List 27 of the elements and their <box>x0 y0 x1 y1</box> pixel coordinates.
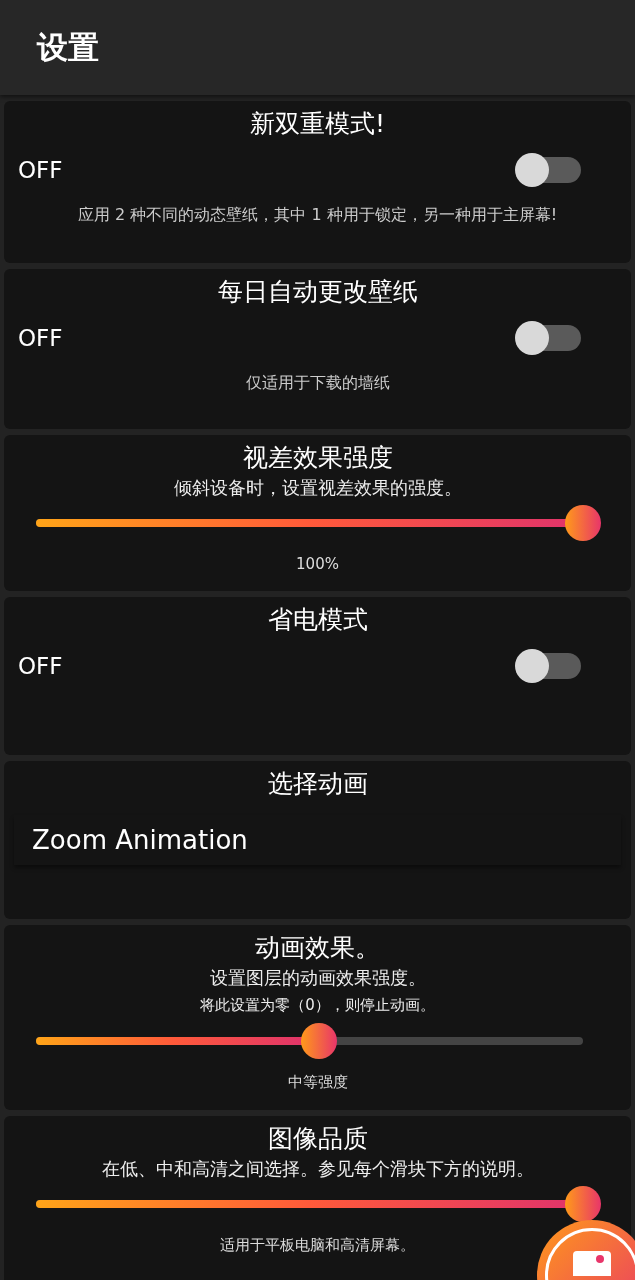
image-icon <box>572 1250 612 1276</box>
slider-reading: 适用于平板电脑和高清屏幕。 <box>220 1235 415 1255</box>
setting-description: 倾斜设备时，设置视差效果的强度。 <box>173 476 462 500</box>
setting-note: 仅适用于下载的墙纸 <box>244 372 391 394</box>
setting-title: 视差效果强度 <box>242 442 393 474</box>
toggle-label: OFF <box>18 653 63 679</box>
slider-thumb[interactable] <box>565 505 601 541</box>
setting-title: 图像品质 <box>267 1123 368 1155</box>
setting-note: 应用 2 种不同的动态壁纸，其中 1 种用于锁定，另一种用于主屏幕! <box>76 204 559 226</box>
slider-thumb[interactable] <box>565 1186 601 1222</box>
setting-description: 将此设置为零（0），则停止动画。 <box>200 995 435 1016</box>
toggle-label: OFF <box>18 157 63 183</box>
setting-title: 选择动画 <box>267 768 368 800</box>
toggle-label: OFF <box>18 325 63 351</box>
slider-reading: 100% <box>296 554 339 573</box>
page-title: 设置 <box>37 27 99 67</box>
setting-description: 设置图层的动画效果强度。 <box>209 966 426 990</box>
slider-reading: 中等强度 <box>287 1072 348 1092</box>
slider-track[interactable] <box>36 505 601 541</box>
setting-description: 在低、中和高清之间选择。参见每个滑块下方的说明。 <box>101 1157 534 1181</box>
slider-thumb[interactable] <box>300 1023 337 1059</box>
setting-title: 新双重模式! <box>250 108 385 140</box>
animation-select[interactable]: Zoom Animation <box>14 815 621 865</box>
setting-title: 每日自动更改壁纸 <box>217 276 418 308</box>
setting-title: 省电模式 <box>267 604 368 636</box>
setting-title: 动画效果。 <box>255 932 380 964</box>
slider-track[interactable] <box>36 1186 601 1222</box>
